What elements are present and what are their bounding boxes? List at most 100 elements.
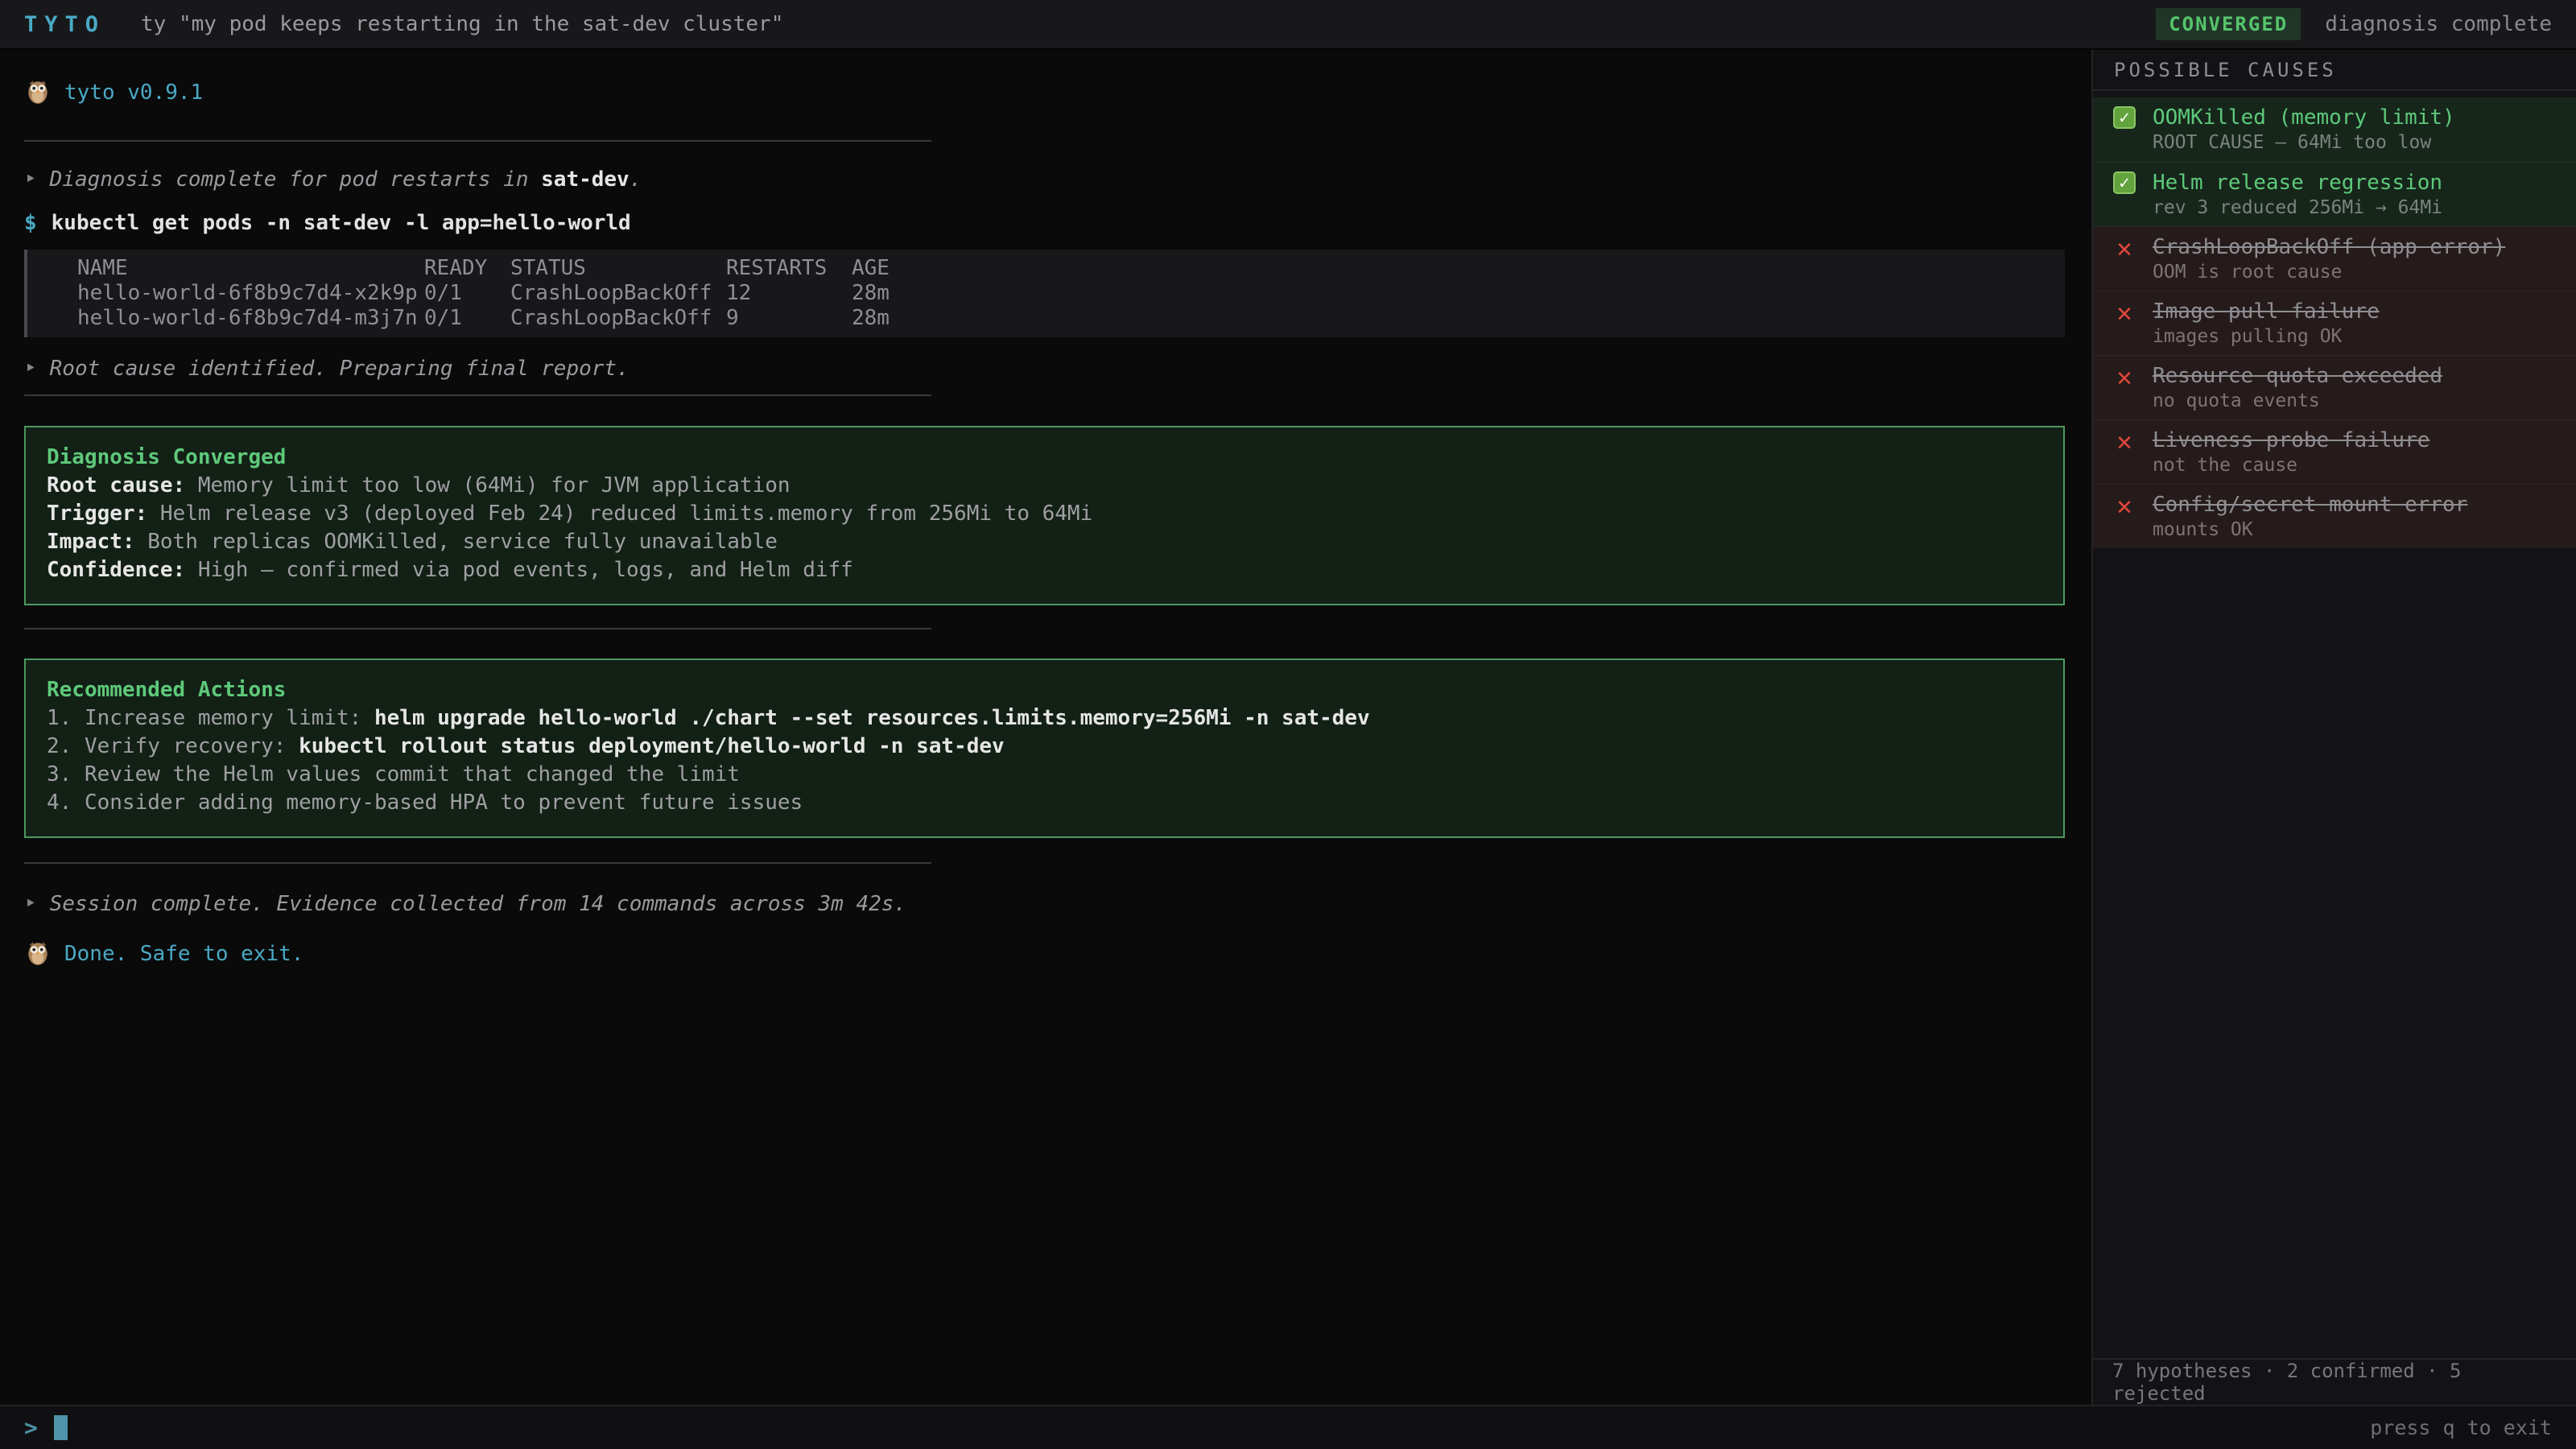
field-value: Helm release v3 (deployed Feb 24) reduce…	[147, 502, 1092, 526]
col-name: NAME	[77, 256, 424, 281]
action-text: 2. Verify recovery:	[47, 734, 299, 758]
action-item: 2. Verify recovery: kubectl rollout stat…	[47, 733, 2042, 761]
pod-status: CrashLoopBackOff	[510, 306, 726, 331]
action-command: helm upgrade hello-world ./chart --set r…	[374, 706, 1370, 730]
hypothesis-label: Resource quota exceeded	[2153, 362, 2442, 390]
input-bar[interactable]: > press q to exit	[0, 1405, 2576, 1449]
shell-command-line: $ kubectl get pods -n sat-dev -l app=hell…	[24, 209, 2063, 237]
pod-restarts: 9	[726, 306, 852, 331]
divider	[24, 394, 931, 396]
diagnosis-field: Trigger: Helm release v3 (deployed Feb 2…	[47, 500, 2042, 528]
diagnosis-note: ‣Diagnosis complete for pod restarts in …	[24, 166, 2063, 193]
field-label: Confidence:	[47, 558, 185, 582]
field-label: Trigger:	[47, 502, 147, 526]
session-note: ‣ Session complete. Evidence collected fr…	[24, 890, 2063, 918]
cross-icon: ✕	[2111, 362, 2138, 413]
hypothesis-detail: mounts OK	[2153, 518, 2467, 541]
action-item: 1. Increase memory limit: helm upgrade h…	[47, 704, 2042, 733]
action-text: 3. Review the Helm values commit that ch…	[47, 762, 740, 786]
col-age: AGE	[852, 256, 2065, 281]
field-label: Root cause:	[47, 473, 185, 497]
possible-causes-panel: POSSIBLE CAUSES ✓ OOMKilled (memory limi…	[2091, 50, 2576, 1405]
hypothesis-detail: no quota events	[2153, 390, 2442, 412]
hypothesis-item-rejected[interactable]: ✕ Resource quota exceededno quota events	[2093, 355, 2576, 419]
version-line: tyto v0.9.1	[24, 79, 2063, 106]
pod-restarts: 12	[726, 281, 852, 306]
actions-box-title: Recommended Actions	[47, 676, 2042, 704]
divider	[24, 862, 931, 864]
terminal-transcript: tyto v0.9.1 ‣ Diagnosis complete for pod …	[0, 50, 2091, 1405]
cross-icon: ✕	[2111, 233, 2138, 284]
sidebar-spacer	[2093, 548, 2576, 1358]
hypothesis-item-confirmed[interactable]: ✓ OOMKilled (memory limit)ROOT CAUSE — 6…	[2093, 97, 2576, 162]
action-text: 1. Increase memory limit:	[47, 706, 374, 730]
diagnosis-status-text: diagnosis complete	[2325, 12, 2552, 36]
hypothesis-item-rejected[interactable]: ✕ Liveness probe failurenot the cause	[2093, 419, 2576, 484]
diagnosis-note-suffix: .	[630, 167, 642, 192]
diagnosis-field: Impact: Both replicas OOMKilled, service…	[47, 528, 2042, 556]
action-text: 4. Consider adding memory-based HPA to p…	[47, 791, 803, 815]
check-icon: ✓	[2111, 169, 2138, 220]
diagnosis-field: Confidence: High — confirmed via pod eve…	[47, 556, 2042, 584]
recommended-actions-box: Recommended Actions 1. Increase memory l…	[24, 658, 2065, 838]
col-ready: READY	[424, 256, 510, 281]
hypothesis-detail: not the cause	[2153, 454, 2429, 477]
tyto-app-window: TYTO ty "my pod keeps restarting in the …	[0, 0, 2576, 1449]
bullet-icon: ‣	[24, 167, 37, 192]
bullet-icon: ‣	[24, 892, 37, 916]
hypothesis-label: Image pull failure	[2153, 298, 2380, 325]
hypothesis-label: Liveness probe failure	[2153, 427, 2429, 454]
hypothesis-item-rejected[interactable]: ✕ CrashLoopBackOff (app error)OOM is roo…	[2093, 226, 2576, 291]
app-logo: TYTO	[24, 12, 105, 37]
col-status: STATUS	[510, 256, 726, 281]
root-cause-note-text: Root cause identified. Preparing final r…	[50, 357, 630, 381]
action-command: kubectl rollout status deployment/hello-…	[299, 734, 1005, 758]
col-restarts: RESTARTS	[726, 256, 852, 281]
field-value: Both replicas OOMKilled, service fully u…	[135, 530, 778, 554]
hypothesis-item-confirmed[interactable]: ✓ Helm release regressionrev 3 reduced 2…	[2093, 162, 2576, 226]
owl-icon	[24, 79, 52, 106]
pod-age: 28m	[852, 281, 2065, 306]
action-item: 3. Review the Helm values commit that ch…	[47, 761, 2042, 789]
possible-causes-header: POSSIBLE CAUSES	[2093, 50, 2576, 91]
pod-ready: 0/1	[424, 306, 510, 331]
pod-table-header: NAME READY STATUS RESTARTS AGE	[77, 256, 2065, 281]
hypothesis-label: Config/secret mount error	[2153, 491, 2467, 518]
session-note-text: Session complete. Evidence collected fro…	[50, 892, 906, 916]
done-line: Done. Safe to exit.	[24, 940, 2063, 968]
done-text: Done. Safe to exit.	[64, 940, 303, 968]
prompt-caret-icon: >	[24, 1414, 38, 1441]
pod-table-row: hello-world-6f8b9c7d4-x2k9p 0/1 CrashLoo…	[77, 281, 2065, 306]
hypothesis-list: ✓ OOMKilled (memory limit)ROOT CAUSE — 6…	[2093, 97, 2576, 548]
cross-icon: ✕	[2111, 491, 2138, 542]
converged-status-badge: CONVERGED	[2156, 8, 2301, 40]
pod-table-row: hello-world-6f8b9c7d4-m3j7n 0/1 CrashLoo…	[77, 306, 2065, 331]
diagnosis-box-title: Diagnosis Converged	[47, 444, 2042, 472]
version-text: tyto v0.9.1	[64, 79, 203, 106]
hypothesis-item-rejected[interactable]: ✕ Image pull failureimages pulling OK	[2093, 291, 2576, 355]
divider	[24, 628, 931, 630]
kubectl-command: kubectl get pods -n sat-dev -l app=hello…	[52, 211, 631, 235]
hypothesis-label: CrashLoopBackOff (app error)	[2153, 233, 2505, 261]
cross-icon: ✕	[2111, 427, 2138, 477]
divider	[24, 140, 931, 142]
pod-name: hello-world-6f8b9c7d4-m3j7n	[77, 306, 424, 331]
hypothesis-detail: images pulling OK	[2153, 325, 2380, 348]
pod-table: NAME READY STATUS RESTARTS AGE hello-wor…	[24, 250, 2065, 337]
hypothesis-label: OOMKilled (memory limit)	[2153, 104, 2455, 131]
invocation-command: ty "my pod keeps restarting in the sat-d…	[141, 12, 783, 36]
root-cause-note: ‣ Root cause identified. Preparing final …	[24, 355, 2063, 382]
cross-icon: ✕	[2111, 298, 2138, 349]
top-bar-status-group: CONVERGED diagnosis complete	[2156, 8, 2552, 40]
pod-name: hello-world-6f8b9c7d4-x2k9p	[77, 281, 424, 306]
prompt-dollar-icon: $	[24, 211, 37, 235]
hypothesis-label: Helm release regression	[2153, 169, 2442, 196]
action-item: 4. Consider adding memory-based HPA to p…	[47, 789, 2042, 817]
field-value: Memory limit too low (64Mi) for JVM appl…	[185, 473, 790, 497]
bullet-icon: ‣	[24, 357, 37, 381]
pod-age: 28m	[852, 306, 2065, 331]
text-cursor[interactable]	[54, 1415, 68, 1440]
diagnosis-note-text: Diagnosis complete for pod restarts in	[50, 167, 541, 192]
pod-status: CrashLoopBackOff	[510, 281, 726, 306]
hypothesis-item-rejected[interactable]: ✕ Config/secret mount errormounts OK	[2093, 484, 2576, 548]
